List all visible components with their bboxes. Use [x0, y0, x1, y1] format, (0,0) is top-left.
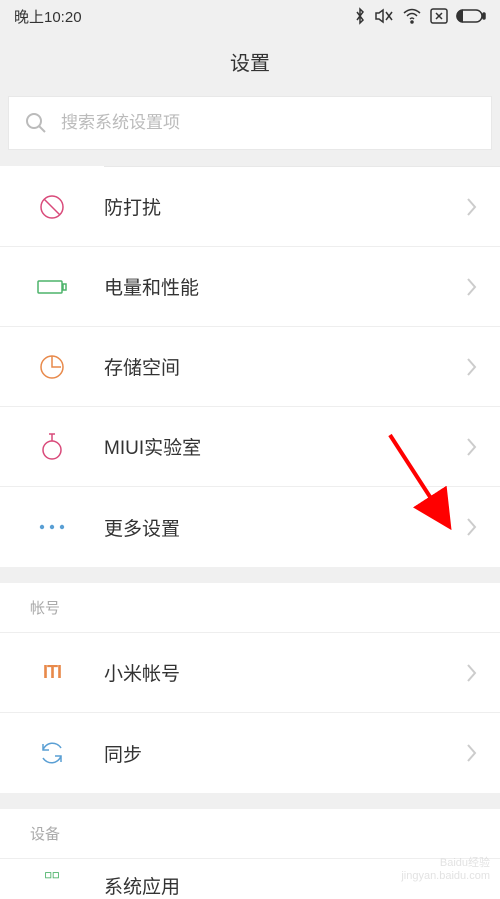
battery-perf-icon: [37, 278, 67, 296]
row-battery[interactable]: 电量和性能: [0, 247, 500, 327]
settings-section-device: 设备 系统应用: [0, 809, 500, 899]
storage-icon: [39, 354, 65, 380]
row-storage[interactable]: 存储空间: [0, 327, 500, 407]
bluetooth-icon: [354, 7, 366, 25]
row-mi-account[interactable]: ITI 小米帐号: [0, 633, 500, 713]
search-input[interactable]: [61, 113, 475, 133]
chevron-right-icon: [466, 356, 478, 378]
status-indicators: [354, 7, 486, 25]
chevron-right-icon: [466, 276, 478, 298]
chevron-right-icon: [466, 662, 478, 684]
row-label: 更多设置: [104, 514, 466, 541]
status-bar: 晚上10:20: [0, 0, 500, 32]
row-more-settings[interactable]: 更多设置: [0, 487, 500, 567]
row-label: MIUI实验室: [104, 433, 466, 460]
row-label: 小米帐号: [104, 659, 466, 686]
apps-icon: [40, 872, 64, 886]
close-box-icon: [430, 8, 448, 24]
row-label: 存储空间: [104, 353, 466, 380]
watermark: Baidu经验 jingyan.baidu.com: [401, 857, 490, 883]
section-header-account: 帐号: [0, 583, 500, 633]
row-label: 电量和性能: [104, 273, 466, 300]
lab-icon: [41, 433, 63, 461]
settings-section-account: 帐号 ITI 小米帐号 同步: [0, 583, 500, 793]
chevron-right-icon: [466, 196, 478, 218]
row-label: 防打扰: [104, 193, 466, 220]
search-icon: [25, 112, 47, 134]
status-time: 晚上10:20: [14, 6, 82, 27]
row-sync[interactable]: 同步: [0, 713, 500, 793]
page-title: 设置: [0, 32, 500, 90]
more-icon: [38, 523, 66, 531]
chevron-right-icon: [466, 436, 478, 458]
sync-icon: [39, 740, 65, 766]
search-box[interactable]: [8, 96, 492, 150]
row-dnd[interactable]: 防打扰: [0, 167, 500, 247]
row-lab[interactable]: MIUI实验室: [0, 407, 500, 487]
mute-icon: [374, 7, 394, 25]
dnd-icon: [39, 194, 65, 220]
battery-icon: [456, 9, 486, 23]
mi-logo-icon: ITI: [43, 662, 61, 683]
settings-section-1: 防打扰 电量和性能 存储空间 MIUI实验室 更多设置: [0, 166, 500, 567]
chevron-right-icon: [466, 516, 478, 538]
wifi-icon: [402, 8, 422, 24]
chevron-right-icon: [466, 742, 478, 764]
row-label: 同步: [104, 740, 466, 767]
section-header-device: 设备: [0, 809, 500, 859]
